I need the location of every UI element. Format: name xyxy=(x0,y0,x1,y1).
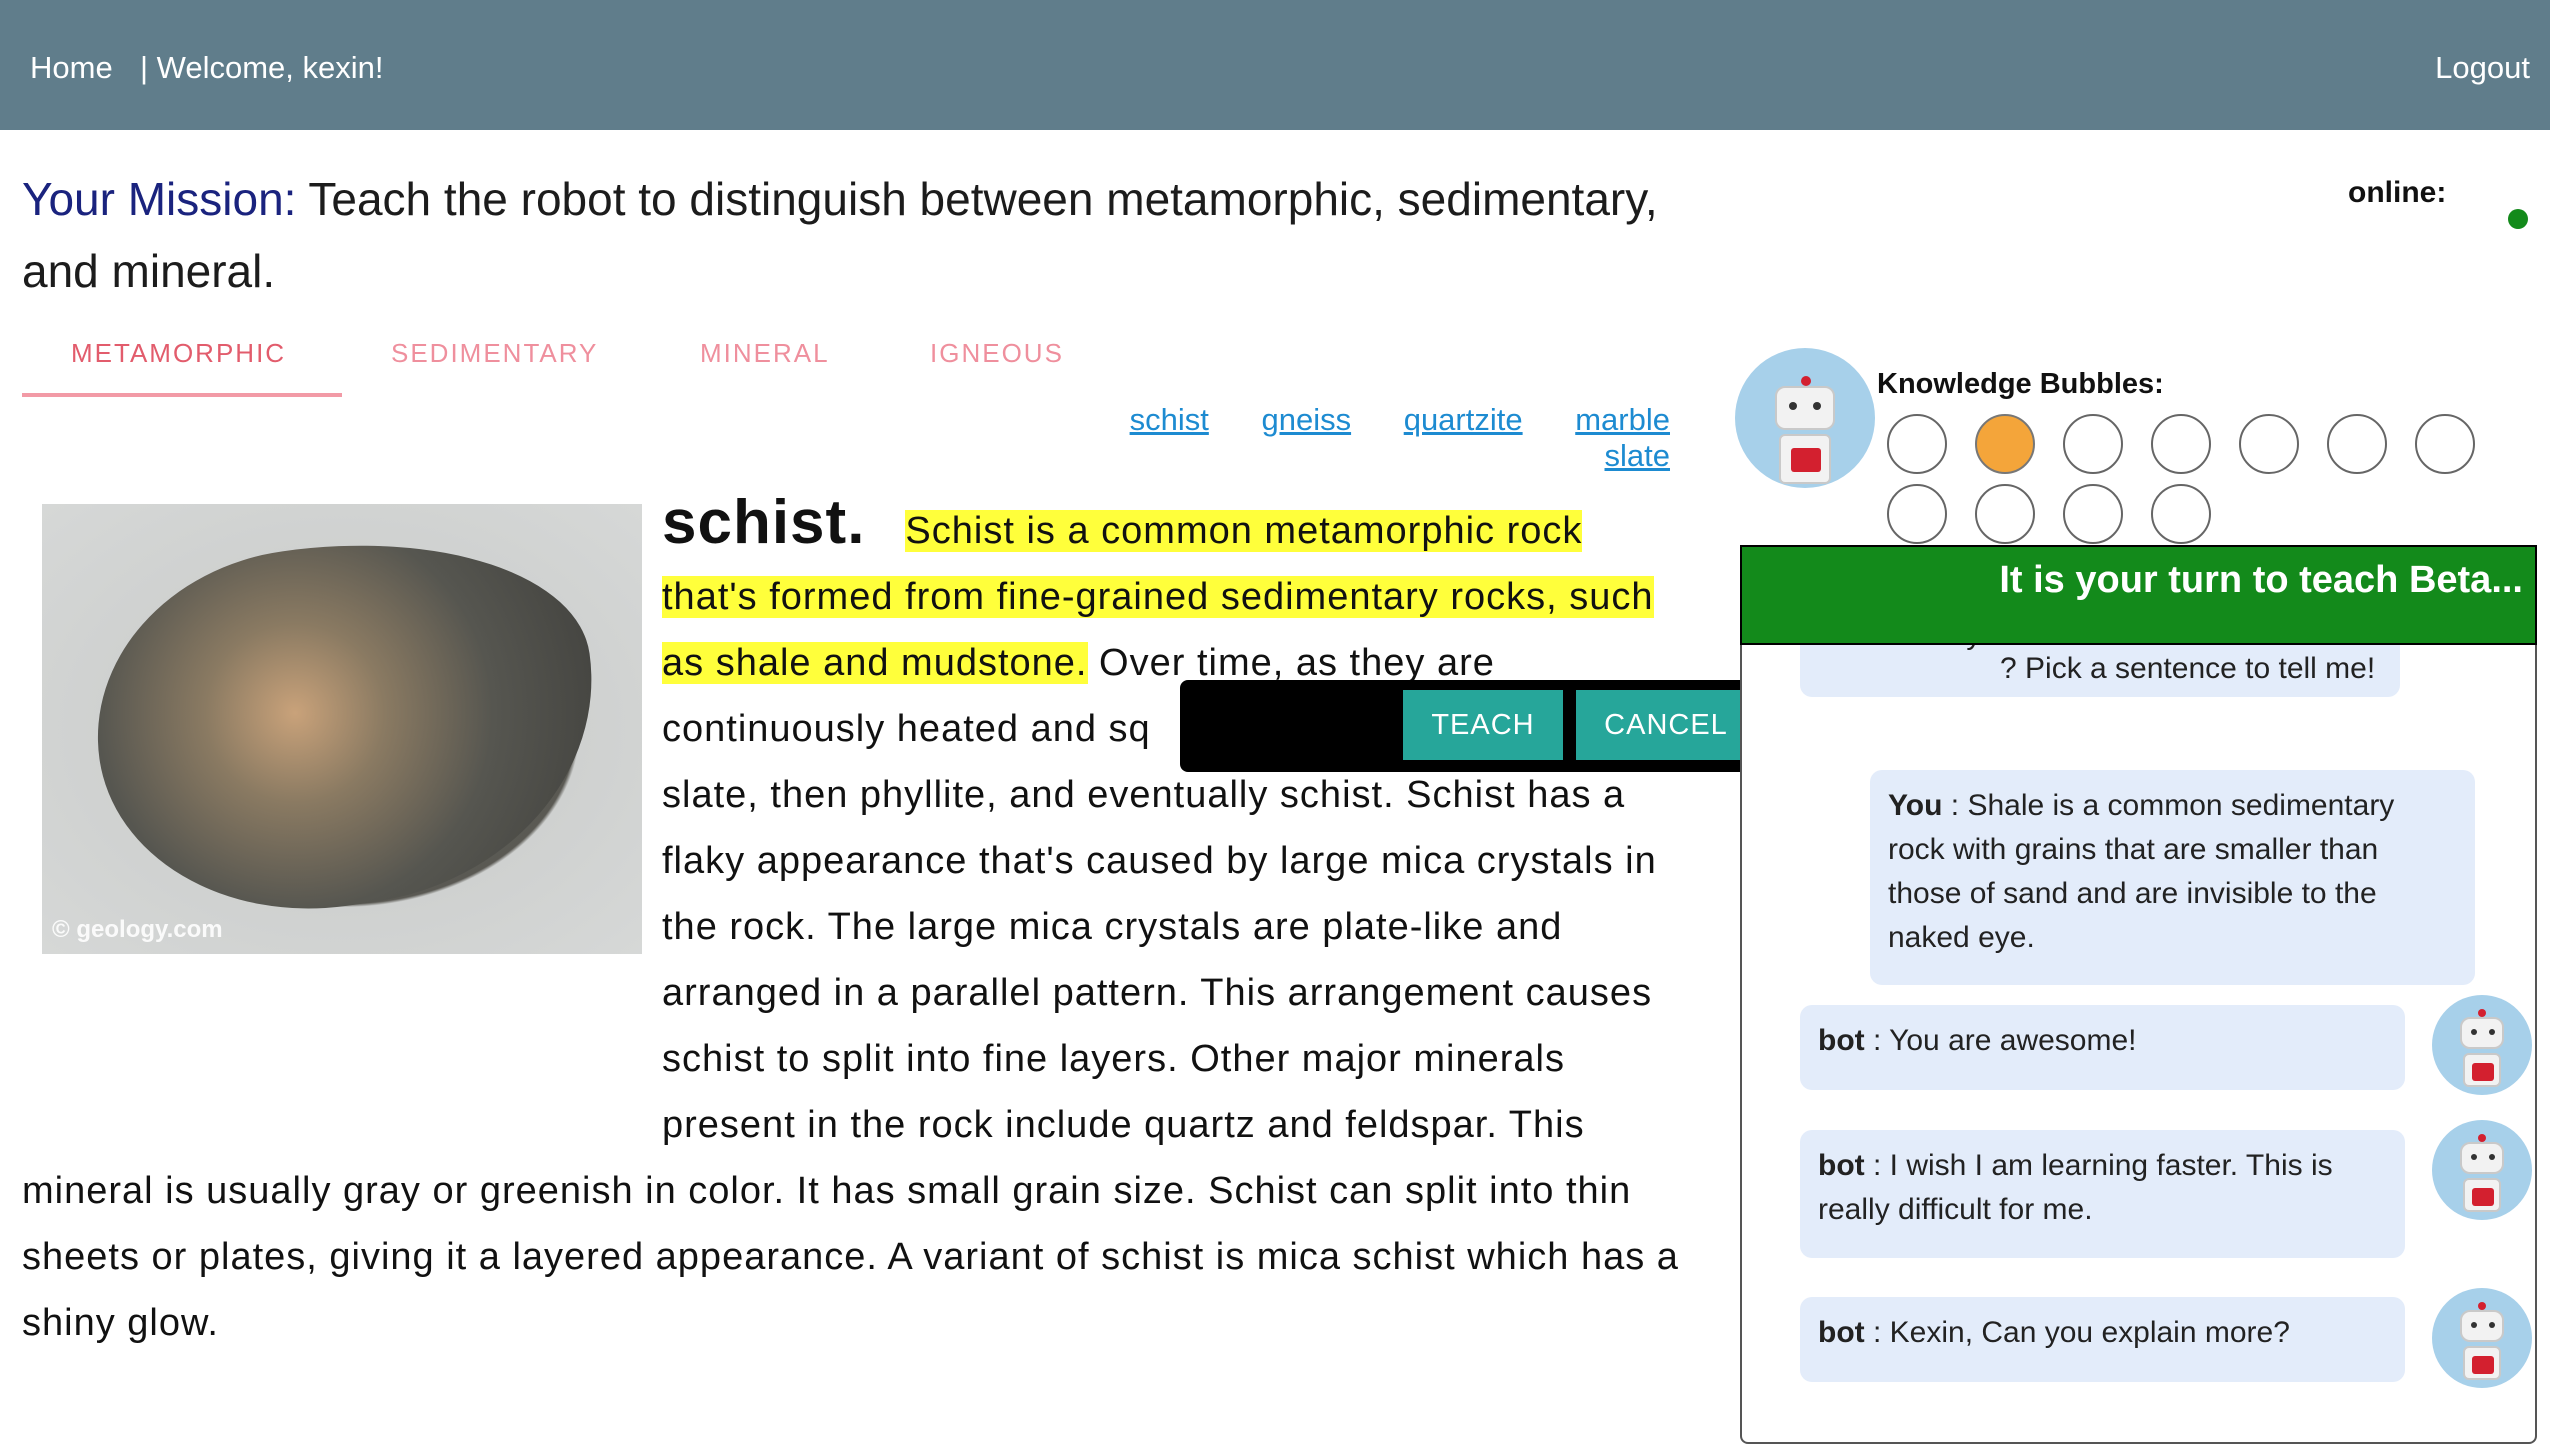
message-text: Shale is a common sedimentary rock with … xyxy=(1888,789,2395,954)
chat-message-user: You : Shale is a common sedimentary rock… xyxy=(1870,770,2475,985)
message-speaker: bot xyxy=(1818,1149,1865,1182)
message-text: You are awesome! xyxy=(1889,1024,2137,1057)
knowledge-bubble xyxy=(1887,414,1947,474)
bot-avatar-small xyxy=(2432,995,2532,1095)
turn-banner-text: It is your turn to teach Beta... xyxy=(1999,559,2523,601)
tab-sedimentary[interactable]: SEDIMENTARY xyxy=(391,338,598,369)
top-navbar: Home | Welcome, kexin! Logout xyxy=(0,0,2550,130)
welcome-text: | Welcome, kexin! xyxy=(140,50,384,85)
tab-igneous[interactable]: IGNEOUS xyxy=(930,338,1064,369)
online-label: online: xyxy=(2348,176,2447,209)
chat-message-bot: bot : You are awesome! xyxy=(1800,1005,2405,1090)
bot-avatar xyxy=(1735,348,1875,488)
knowledge-bubble xyxy=(1975,414,2035,474)
turn-banner: It is your turn to teach Beta... xyxy=(1740,545,2537,645)
knowledge-bubble xyxy=(2063,484,2123,544)
knowledge-bubble xyxy=(2151,414,2211,474)
chat-message-partial: sedimentary rocks have sand? What ? Pick… xyxy=(1800,645,2400,697)
knowledge-bubble xyxy=(1975,484,2035,544)
sublink-slate[interactable]: slate xyxy=(1605,438,1670,473)
online-status-dot xyxy=(2508,209,2528,229)
knowledge-bubble xyxy=(2063,414,2123,474)
bot-avatar-small xyxy=(2432,1288,2532,1388)
teach-button[interactable]: TEACH xyxy=(1403,690,1563,760)
knowledge-bubbles-label: Knowledge Bubbles: xyxy=(1877,368,2164,400)
knowledge-bubble xyxy=(2239,414,2299,474)
rock-sublinks: schist gneiss quartzite marble slate xyxy=(1000,402,1670,474)
knowledge-bubble xyxy=(1887,484,1947,544)
sublink-schist[interactable]: schist xyxy=(1130,402,1209,437)
partial-line: ? Pick a sentence to tell me! xyxy=(2000,652,2376,685)
message-text: I wish I am learning faster. This is rea… xyxy=(1818,1149,2333,1226)
logout-link[interactable]: Logout xyxy=(2435,50,2530,86)
article-text: schist. Schist is a common metamorphic ro… xyxy=(22,490,1682,1356)
chat-box[interactable]: sedimentary rocks have sand? What ? Pick… xyxy=(1740,645,2537,1444)
message-speaker: bot xyxy=(1818,1024,1865,1057)
message-speaker: You xyxy=(1888,789,1943,822)
chat-message-bot: bot : Kexin, Can you explain more? xyxy=(1800,1297,2405,1382)
sublink-marble[interactable]: marble xyxy=(1575,402,1670,437)
mission-statement: Your Mission: Teach the robot to disting… xyxy=(22,163,1702,307)
cancel-button[interactable]: CANCEL xyxy=(1576,690,1756,760)
tab-metamorphic[interactable]: METAMORPHIC xyxy=(71,338,286,369)
message-text: Kexin, Can you explain more? xyxy=(1889,1316,2290,1349)
sublink-gneiss[interactable]: gneiss xyxy=(1261,402,1351,437)
bot-avatar-small xyxy=(2432,1120,2532,1220)
knowledge-bubble xyxy=(2327,414,2387,474)
mission-label: Your Mission: xyxy=(22,173,297,225)
article-title: schist. xyxy=(662,488,866,557)
sublink-quartzite[interactable]: quartzite xyxy=(1404,402,1523,437)
message-speaker: bot xyxy=(1818,1316,1865,1349)
chat-message-bot: bot : I wish I am learning faster. This … xyxy=(1800,1130,2405,1258)
robot-icon xyxy=(1765,376,1845,486)
tab-mineral[interactable]: MINERAL xyxy=(700,338,830,369)
knowledge-bubble xyxy=(2415,414,2475,474)
active-tab-indicator xyxy=(22,393,342,397)
home-link[interactable]: Home xyxy=(30,50,113,86)
knowledge-bubble xyxy=(2151,484,2211,544)
